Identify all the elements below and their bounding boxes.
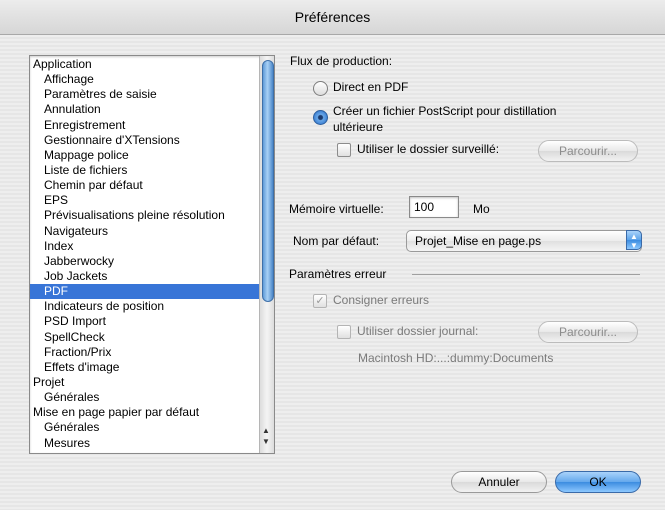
list-item[interactable]: Générales — [30, 390, 260, 405]
watched-folder-checkbox[interactable] — [337, 143, 351, 157]
list-item[interactable]: Gestionnaire d'XTensions — [30, 133, 260, 148]
virtual-memory-input[interactable]: 100 — [409, 196, 459, 218]
browse-watched-folder-button[interactable]: Parcourir... — [538, 140, 638, 162]
scroll-up-arrow-icon[interactable]: ▲ — [262, 427, 270, 435]
cancel-button[interactable]: Annuler — [451, 471, 547, 493]
browse-log-folder-button[interactable]: Parcourir... — [538, 321, 638, 343]
list-item[interactable]: Application — [30, 57, 260, 72]
list-item[interactable]: Mappage police — [30, 148, 260, 163]
log-folder-label: Utiliser dossier journal: — [357, 324, 479, 338]
list-item[interactable]: EPS — [30, 193, 260, 208]
list-item[interactable]: Liste de fichiers — [30, 163, 260, 178]
list-item[interactable]: Chemin par défaut — [30, 178, 260, 193]
workflow-heading: Flux de production: — [290, 54, 393, 68]
preferences-content: Application Affichage Paramètres de saisie… — [0, 35, 665, 510]
virtual-memory-unit: Mo — [473, 202, 490, 216]
log-folder-path: Macintosh HD:...:dummy:Documents — [358, 351, 554, 365]
watched-folder-label: Utiliser le dossier surveillé: — [357, 142, 500, 156]
default-name-value: Projet_Mise en page.ps — [415, 234, 542, 248]
radio-direct-pdf[interactable] — [313, 81, 328, 96]
list-item[interactable]: Indicateurs de position — [30, 299, 260, 314]
list-item[interactable]: Affichage — [30, 72, 260, 87]
log-folder-checkbox[interactable] — [337, 325, 351, 339]
preferences-category-list[interactable]: Application Affichage Paramètres de saisie… — [29, 55, 275, 454]
errors-separator — [412, 274, 640, 275]
list-item[interactable]: Fraction/Prix — [30, 345, 260, 360]
postscript-label-line1: Créer un fichier PostScript pour distill… — [333, 104, 557, 118]
virtual-memory-label: Mémoire virtuelle: — [289, 202, 384, 216]
category-items: Application Affichage Paramètres de saisie… — [30, 57, 260, 451]
ok-button[interactable]: OK — [555, 471, 641, 493]
list-item[interactable]: Mise en page papier par défaut — [30, 405, 260, 420]
scrollbar-thumb[interactable] — [262, 60, 274, 302]
list-scrollbar[interactable]: ▲ ▼ — [259, 56, 274, 453]
popup-arrows-icon: ▲ ▼ — [626, 230, 642, 250]
list-item[interactable]: Effets d'image — [30, 360, 260, 375]
list-item[interactable]: PDF — [30, 284, 260, 300]
list-item[interactable]: Enregistrement — [30, 118, 260, 133]
log-errors-checkbox[interactable]: ✓ — [313, 294, 327, 308]
default-name-label: Nom par défaut: — [293, 234, 380, 248]
default-name-popup[interactable]: Projet_Mise en page.ps ▲ ▼ — [406, 230, 642, 252]
list-item[interactable]: Prévisualisations pleine résolution — [30, 208, 260, 223]
list-item[interactable]: Navigateurs — [30, 224, 260, 239]
list-item[interactable]: Mesures — [30, 436, 260, 451]
scroll-down-arrow-icon[interactable]: ▼ — [262, 438, 270, 446]
errors-heading: Paramètres erreur — [289, 267, 387, 281]
postscript-label-line2: ultérieure — [333, 120, 384, 134]
list-item[interactable]: Projet — [30, 375, 260, 390]
list-item[interactable]: Index — [30, 239, 260, 254]
list-item[interactable]: Job Jackets — [30, 269, 260, 284]
list-item[interactable]: Générales — [30, 420, 260, 435]
window-title: Préférences — [0, 0, 665, 35]
list-item[interactable]: Jabberwocky — [30, 254, 260, 269]
list-item[interactable]: SpellCheck — [30, 330, 260, 345]
direct-pdf-label: Direct en PDF — [333, 80, 409, 94]
log-errors-label: Consigner erreurs — [333, 293, 430, 307]
list-item[interactable]: Paramètres de saisie — [30, 87, 260, 102]
list-item[interactable]: Annulation — [30, 102, 260, 117]
list-item[interactable]: PSD Import — [30, 314, 260, 329]
checkmark-icon: ✓ — [315, 295, 325, 307]
radio-postscript[interactable] — [313, 110, 328, 125]
